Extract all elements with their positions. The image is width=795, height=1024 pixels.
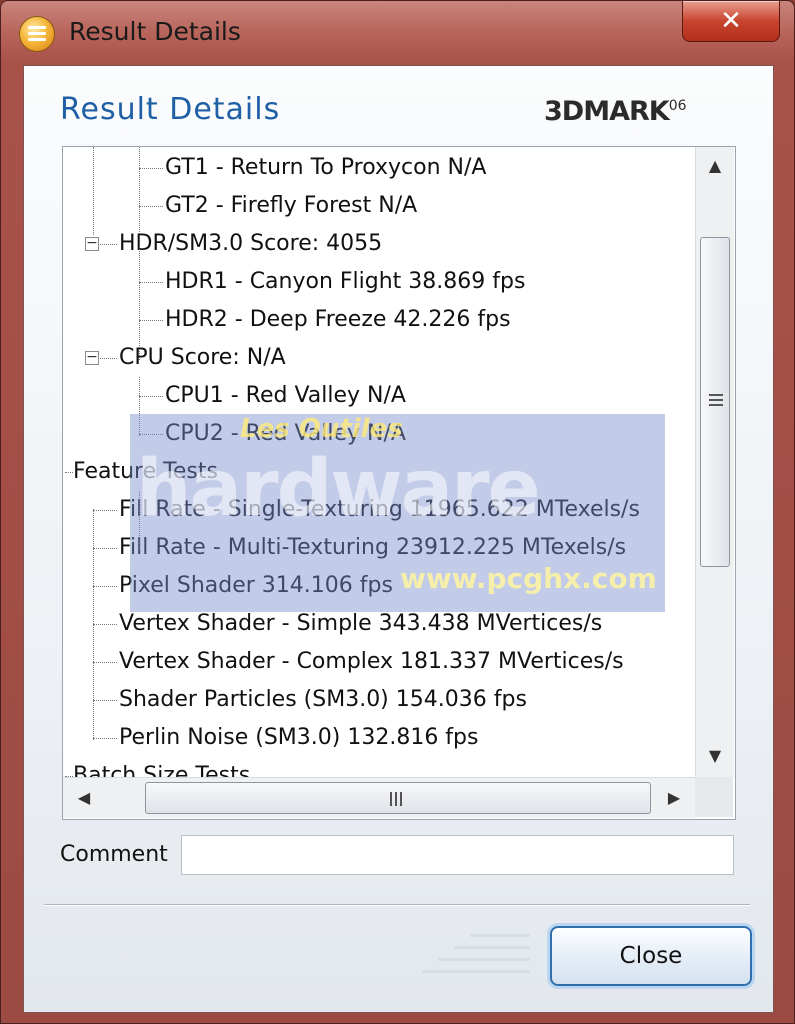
grip-line xyxy=(390,792,392,806)
horizontal-scrollbar[interactable]: ◀ ▶ xyxy=(63,777,695,818)
tree-connector xyxy=(139,396,163,397)
tree-connector xyxy=(93,624,117,625)
tree-guide xyxy=(139,491,140,550)
vertical-scroll-thumb[interactable] xyxy=(700,237,730,567)
grip-line xyxy=(709,404,723,406)
tree-guide xyxy=(93,509,94,740)
separator xyxy=(44,904,750,906)
tree-guide xyxy=(139,377,140,436)
tree-item[interactable]: HDR2 - Deep Freeze 42.226 fps xyxy=(165,301,511,339)
tree-item[interactable]: Pixel Shader 314.106 fps xyxy=(119,567,393,605)
brand-logo: 3DMARK06 xyxy=(544,96,687,127)
grip-icon xyxy=(709,394,723,396)
tree-item[interactable]: CPU1 - Red Valley N/A xyxy=(165,377,406,415)
brand-logo-text: 3DMARK xyxy=(544,96,670,127)
decoration-line xyxy=(438,958,530,961)
decoration-line xyxy=(470,934,530,937)
collapse-icon[interactable]: − xyxy=(85,350,99,365)
result-tree[interactable]: GT1 - Return To Proxycon N/A GT2 - Firefl… xyxy=(63,147,695,777)
horizontal-scroll-thumb[interactable] xyxy=(145,782,651,814)
tree-connector xyxy=(93,662,117,663)
comment-input[interactable] xyxy=(181,835,734,875)
tree-item[interactable]: GT1 - Return To Proxycon N/A xyxy=(165,149,486,187)
scrollbar-corner xyxy=(695,777,733,817)
tree-item[interactable]: HDR1 - Canyon Flight 38.869 fps xyxy=(165,263,525,301)
tree-item[interactable]: Perlin Noise (SM3.0) 132.816 fps xyxy=(119,719,478,757)
close-button[interactable]: Close xyxy=(550,926,752,986)
tree-connector xyxy=(93,586,117,587)
dialog-client-area: Result Details 3DMARK06 GT1 - Return To … xyxy=(23,65,774,1013)
tree-connector xyxy=(93,548,117,549)
collapse-icon[interactable]: − xyxy=(85,236,99,251)
tree-item[interactable]: Vertex Shader - Complex 181.337 MVertice… xyxy=(119,643,624,681)
tree-item[interactable]: CPU Score: N/A xyxy=(119,339,286,377)
scroll-up-icon[interactable]: ▲ xyxy=(696,149,734,183)
tree-connector xyxy=(65,472,73,473)
tree-guide xyxy=(139,147,140,360)
tree-guide xyxy=(93,147,94,235)
scroll-down-icon[interactable]: ▼ xyxy=(696,739,734,773)
tree-item[interactable]: Feature Tests xyxy=(73,453,218,491)
decoration-line xyxy=(422,970,530,973)
grip-line xyxy=(709,399,723,401)
tree-item[interactable]: Batch Size Tests xyxy=(73,757,250,777)
title-bar[interactable]: Result Details ✕ xyxy=(1,1,794,65)
dialog-window: Result Details ✕ Result Details 3DMARK06… xyxy=(0,0,795,1024)
decoration-line xyxy=(454,946,530,949)
vertical-scrollbar[interactable]: ▲ ▼ xyxy=(695,147,734,777)
grip-line xyxy=(395,792,397,806)
tree-connector xyxy=(139,320,163,321)
tree-item[interactable]: GT2 - Firefly Forest N/A xyxy=(165,187,417,225)
tree-item[interactable]: Shader Particles (SM3.0) 154.036 fps xyxy=(119,681,527,719)
close-icon[interactable]: ✕ xyxy=(682,1,780,42)
grip-line xyxy=(400,792,402,806)
tree-connector xyxy=(93,510,117,511)
tree-connector xyxy=(139,434,163,435)
tree-connector xyxy=(139,206,163,207)
comment-label: Comment xyxy=(60,842,168,867)
tree-connector xyxy=(139,282,163,283)
tree-connector xyxy=(93,700,117,701)
result-tree-panel[interactable]: GT1 - Return To Proxycon N/A GT2 - Firefl… xyxy=(62,146,736,820)
scroll-left-icon[interactable]: ◀ xyxy=(65,781,103,815)
tree-connector xyxy=(93,738,117,739)
page-title: Result Details xyxy=(60,92,281,127)
brand-logo-version: 06 xyxy=(668,98,687,114)
app-icon[interactable] xyxy=(19,16,55,52)
tree-connector xyxy=(139,168,163,169)
tree-item[interactable]: Fill Rate - Single-Texturing 11965.622 M… xyxy=(119,491,640,529)
scroll-right-icon[interactable]: ▶ xyxy=(655,781,693,815)
tree-item[interactable]: HDR/SM3.0 Score: 4055 xyxy=(119,225,382,263)
tree-item[interactable]: Vertex Shader - Simple 343.438 MVertices… xyxy=(119,605,602,643)
tree-item[interactable]: Fill Rate - Multi-Texturing 23912.225 MT… xyxy=(119,529,626,567)
window-title: Result Details xyxy=(69,17,241,46)
tree-item[interactable]: CPU2 - Red Valley N/A xyxy=(165,415,406,453)
